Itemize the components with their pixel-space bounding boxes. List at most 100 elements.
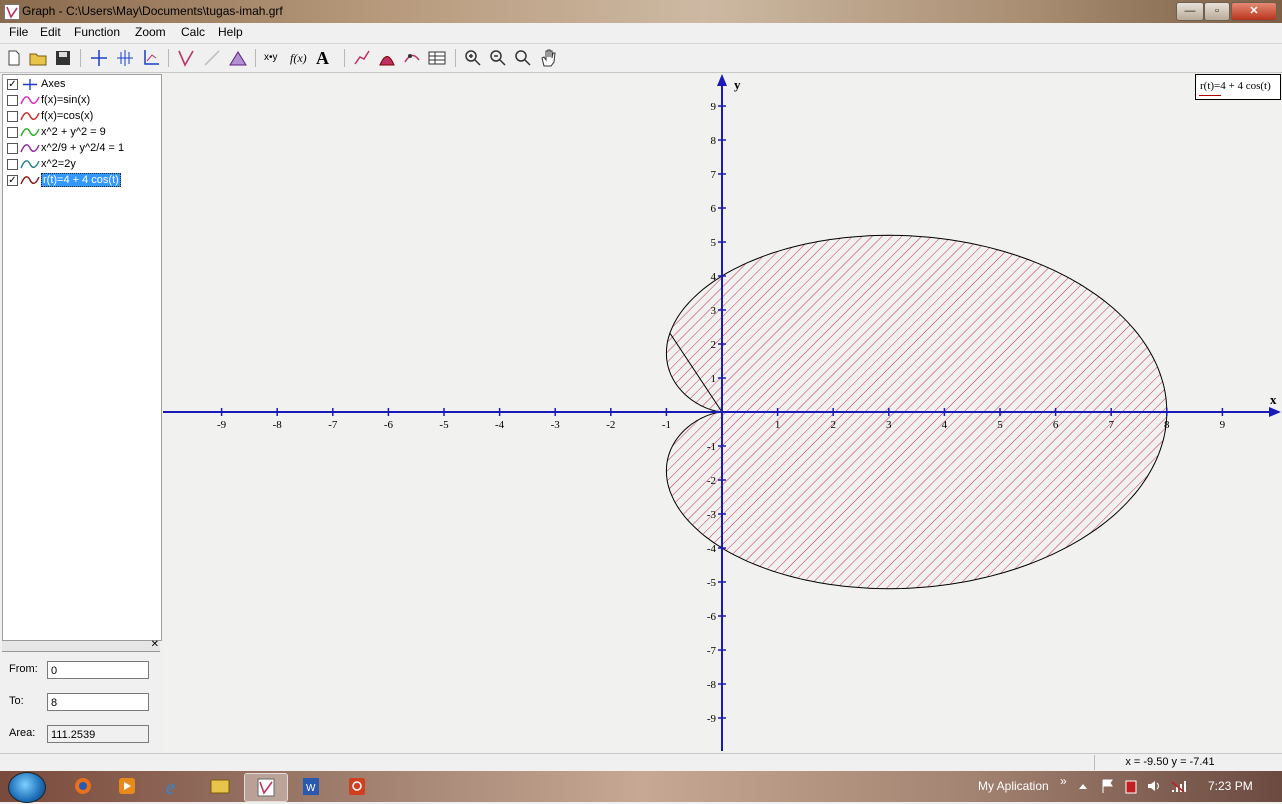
media-player-taskbar-button[interactable]: [106, 773, 148, 800]
minimize-button[interactable]: —: [1176, 2, 1204, 21]
text-label-icon[interactable]: A: [316, 48, 336, 68]
explorer-taskbar-button[interactable]: [199, 773, 241, 800]
y-tick-label: 6: [711, 203, 717, 215]
table-icon[interactable]: [427, 48, 447, 68]
graph-app-icon: [257, 778, 275, 797]
word-taskbar-button[interactable]: W: [290, 773, 332, 800]
shading-icon[interactable]: [228, 48, 248, 68]
function-label: f(x)=sin(x): [41, 94, 91, 106]
axes-tool-icon[interactable]: [89, 48, 109, 68]
legend[interactable]: r(t)=4 + 4 cos(t): [1195, 74, 1281, 100]
function-checkbox[interactable]: ✓: [7, 79, 18, 90]
function-item[interactable]: x^2 + y^2 = 9: [7, 125, 157, 141]
show-hidden-icons-icon[interactable]: [1078, 781, 1088, 791]
y-tick-label: 2: [711, 339, 717, 351]
x-tick-label: -3: [551, 419, 561, 431]
menu-help[interactable]: Help: [218, 25, 243, 39]
start-button[interactable]: [8, 772, 46, 803]
plot-svg[interactable]: x y -9 -8 -7 -6 -5 -4 -3 -2 -1 1 2 3 4 5 6 7 8 9 -9 -8 -7 -6 -5 -…: [163, 74, 1282, 751]
function-checkbox[interactable]: [7, 159, 18, 170]
axes-grid-icon[interactable]: [115, 48, 135, 68]
area-icon[interactable]: [377, 48, 397, 68]
x-tick-label: 7: [1108, 419, 1114, 431]
y-tick-label: -4: [707, 543, 717, 555]
firefox-taskbar-button[interactable]: [62, 773, 104, 800]
from-input[interactable]: 0: [47, 661, 149, 679]
word-icon: W: [303, 778, 319, 795]
function-item[interactable]: f(x)=cos(x): [7, 109, 157, 125]
snipping-taskbar-button[interactable]: [336, 773, 378, 800]
to-label: To:: [9, 695, 24, 707]
menu-file[interactable]: File: [9, 25, 28, 39]
graph-canvas[interactable]: x y -9 -8 -7 -6 -5 -4 -3 -2 -1 1 2 3 4 5 6 7 8 9 -9 -8 -7 -6 -5 -…: [163, 74, 1282, 751]
y-tick-label: -5: [707, 577, 717, 589]
function-checkbox[interactable]: ✓: [7, 175, 18, 186]
firefox-icon: [75, 778, 91, 794]
pan-hand-icon[interactable]: [538, 48, 558, 68]
function-label: r(t)=4 + 4 cos(t): [41, 173, 121, 187]
new-file-icon[interactable]: [4, 48, 24, 68]
y-tick-label: 5: [711, 237, 717, 249]
x-tick-label: 2: [830, 419, 836, 431]
x-tick-label: 6: [1053, 419, 1059, 431]
maximize-button[interactable]: ▫: [1204, 2, 1230, 21]
function-label: f(x)=cos(x): [41, 110, 94, 122]
axes-edit-icon[interactable]: [141, 48, 161, 68]
x-axis-arrow: [1269, 407, 1281, 417]
ie-taskbar-button[interactable]: e: [152, 773, 194, 800]
function-item[interactable]: ✓ r(t)=4 + 4 cos(t): [7, 173, 157, 189]
point-series-icon[interactable]: x•y: [264, 48, 284, 68]
toolbar-label[interactable]: My Aplication: [978, 779, 1049, 793]
x-tick-label: 8: [1164, 419, 1170, 431]
function-item[interactable]: f(x)=sin(x): [7, 93, 157, 109]
legend-swatch: [1199, 95, 1221, 96]
menu-function[interactable]: Function: [74, 25, 120, 39]
function-item[interactable]: ✓ Axes: [7, 77, 157, 93]
close-panel-icon[interactable]: ✕: [151, 639, 159, 650]
derivative-icon[interactable]: [402, 48, 422, 68]
action-center-flag-icon[interactable]: [1100, 778, 1116, 794]
network-icon[interactable]: [1170, 778, 1188, 794]
y-tick-label: -2: [707, 475, 716, 487]
from-label: From:: [9, 663, 38, 675]
custom-function-icon[interactable]: f(x): [290, 48, 310, 68]
y-axis-arrow: [717, 74, 727, 86]
graph-taskbar-button[interactable]: [244, 773, 288, 802]
curve-icon: [20, 96, 40, 105]
to-input[interactable]: 8: [47, 693, 149, 711]
curve-icon: [20, 112, 40, 121]
insert-function-icon[interactable]: [176, 48, 196, 68]
menu-edit[interactable]: Edit: [40, 25, 61, 39]
title-bar[interactable]: Graph - C:\Users\May\Documents\tugas-ima…: [0, 0, 1282, 23]
function-checkbox[interactable]: [7, 111, 18, 122]
x-tick-label: -8: [273, 419, 283, 431]
function-item[interactable]: x^2=2y: [7, 157, 157, 173]
x-tick-label: 3: [886, 419, 892, 431]
curve-icon: [20, 160, 40, 169]
y-tick-label: -3: [707, 509, 717, 521]
function-item[interactable]: x^2/9 + y^2/4 = 1: [7, 141, 157, 157]
trendline-icon[interactable]: [352, 48, 372, 68]
function-checkbox[interactable]: [7, 95, 18, 106]
zoom-in-icon[interactable]: [463, 48, 483, 68]
y-tick-label: -1: [707, 441, 716, 453]
menu-zoom[interactable]: Zoom: [135, 25, 166, 39]
zoom-out-icon[interactable]: [488, 48, 508, 68]
svg-text:e: e: [166, 777, 175, 799]
battery-icon[interactable]: [1123, 778, 1139, 794]
zoom-fit-icon[interactable]: [513, 48, 533, 68]
toolbar: x•y f(x) A: [0, 44, 1282, 73]
clock[interactable]: 7:23 PM: [1208, 779, 1253, 793]
function-checkbox[interactable]: [7, 143, 18, 154]
function-checkbox[interactable]: [7, 127, 18, 138]
volume-icon[interactable]: [1146, 778, 1162, 794]
save-icon[interactable]: [53, 48, 73, 68]
function-list: ✓ Axes f(x)=sin(x) f(x)=cos(x) x^2 + y^2 = 9…: [2, 74, 162, 641]
window-title: Graph - C:\Users\May\Documents\tugas-ima…: [22, 4, 283, 18]
menu-calc[interactable]: Calc: [181, 25, 205, 39]
toolbar-chevron[interactable]: »: [1060, 774, 1067, 788]
close-button[interactable]: ✕: [1231, 2, 1277, 21]
media-player-icon: [119, 778, 135, 794]
open-folder-icon[interactable]: [28, 48, 48, 68]
status-bar: x = -9.50 y = -7.41: [0, 753, 1282, 772]
